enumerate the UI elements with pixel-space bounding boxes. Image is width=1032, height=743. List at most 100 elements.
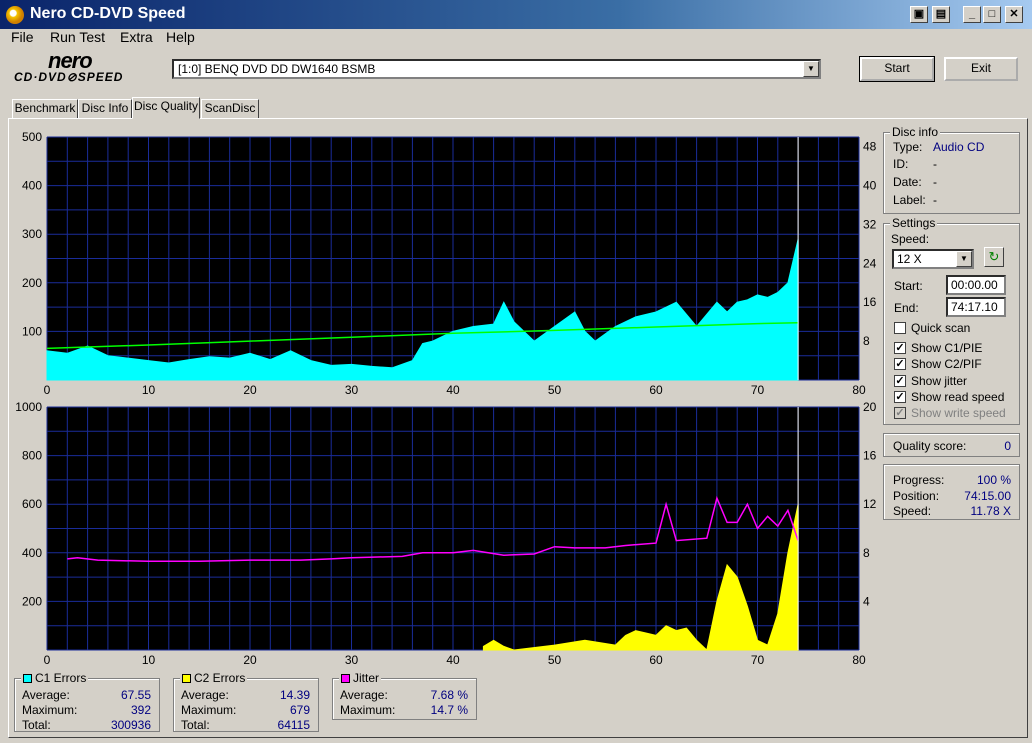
title-bar: Nero CD-DVD Speed ▣ ▤ _ □ ✕ [0,0,1032,29]
type-value: Audio CD [933,140,985,154]
show-write-speed-checkbox: ✓ [894,407,906,419]
show-c2-checkbox[interactable]: ✓ [894,358,906,370]
y-left-tick-label: 400 [22,179,42,193]
y-right-tick-label: 8 [863,334,870,348]
close-button[interactable]: ✕ [1005,6,1023,23]
speed-label: Speed: [891,232,930,246]
show-c1-checkbox[interactable]: ✓ [894,342,906,354]
menu-run-test[interactable]: Run Test [50,29,105,45]
jitter-average-value: 7.68 % [430,688,468,702]
tab-disc-quality[interactable]: Disc Quality [132,97,200,119]
y-right-tick-label: 8 [863,546,870,560]
settings-title: Settings [890,216,938,230]
id-value: - [933,157,937,171]
maximize-button[interactable]: □ [983,6,1001,23]
progress-value: 100 % [976,473,1011,487]
c1-errors-box: C1 Errors Average: 67.55 Maximum: 392 To… [14,671,160,732]
quick-scan-checkbox[interactable] [894,322,906,334]
date-label: Date: [893,175,922,189]
quality-score-label: Quality score: [893,439,967,453]
y-left-tick-label: 200 [22,276,42,290]
x-tick-label: 30 [345,653,359,665]
settings-group: Settings Speed: 12 X ▼ ↻ Start: 00:00.00… [883,216,1020,425]
menu-extra[interactable]: Extra [120,29,153,45]
x-tick-label: 80 [852,383,866,395]
drive-select[interactable]: [1:0] BENQ DVD DD DW1640 BSMB ▼ [172,59,821,79]
x-tick-label: 0 [44,383,51,395]
y-right-tick-label: 24 [863,256,877,270]
x-tick-label: 0 [44,653,51,665]
quality-score-value: 0 [1004,439,1011,453]
cd-dvd-speed-logo: CD·DVD⊘SPEED [14,70,124,84]
menu-file[interactable]: File [11,29,34,45]
show-c2-label: Show C2/PIF [911,357,982,371]
show-read-speed-checkbox[interactable]: ✓ [894,391,906,403]
menu-help[interactable]: Help [166,29,195,45]
c2-average-value: 14.39 [279,688,310,702]
x-tick-label: 10 [142,653,156,665]
jitter-box: Jitter Average: 7.68 % Maximum: 14.7 % [332,671,477,720]
app-disc-icon [6,6,24,24]
jitter-color-swatch [341,674,350,684]
c2-average-label: Average: [181,688,229,702]
show-jitter-checkbox[interactable]: ✓ [894,375,906,387]
y-left-tick-label: 100 [22,324,42,338]
y-right-tick-label: 48 [863,140,877,154]
current-speed-value: 11.78 X [970,504,1011,518]
c1-errors-title: C1 Errors [21,671,89,685]
tab-benchmark[interactable]: Benchmark [12,99,78,119]
exit-button[interactable]: Exit [944,57,1018,81]
show-write-speed-label: Show write speed [911,406,1006,420]
y-left-tick-label: 600 [22,497,42,511]
speed-select[interactable]: 12 X ▼ [892,249,974,269]
x-tick-label: 60 [649,653,663,665]
progress-label: Progress: [893,473,945,487]
x-tick-label: 70 [751,653,765,665]
show-c1-label: Show C1/PIE [911,341,983,355]
x-tick-label: 10 [142,383,156,395]
position-value: 74:15.00 [964,489,1011,503]
c2-errors-box: C2 Errors Average: 14.39 Maximum: 679 To… [173,671,319,732]
chevron-down-icon[interactable]: ▼ [803,61,819,77]
start-button[interactable]: Start [859,56,935,82]
y-right-tick-label: 16 [863,295,877,309]
chevron-down-icon[interactable]: ▼ [956,251,972,267]
x-tick-label: 40 [446,383,460,395]
y-right-tick-label: 4 [863,594,870,608]
c1-total-value: 300936 [110,718,151,732]
jitter-average-label: Average: [340,688,388,702]
tab-scandisc[interactable]: ScanDisc [201,99,259,119]
c1-average-value: 67.55 [120,688,151,702]
copy-icon[interactable]: ▣ [910,6,928,23]
current-speed-label: Speed: [893,504,932,518]
c2-maximum-label: Maximum: [181,703,237,717]
speed-select-value: 12 X [897,252,922,266]
y-left-tick-label: 300 [22,227,42,241]
x-tick-label: 50 [548,653,562,665]
y-right-tick-label: 12 [863,497,877,511]
id-label: ID: [893,157,909,171]
label-value: - [933,193,937,207]
minimize-button[interactable]: _ [963,6,981,23]
quality-score-box: Quality score: 0 [883,433,1020,457]
show-jitter-label: Show jitter [911,374,968,388]
y-left-tick-label: 400 [22,546,42,560]
y-right-tick-label: 16 [863,449,877,463]
label-label: Label: [893,193,926,207]
end-label: End: [894,301,919,315]
x-tick-label: 20 [243,653,257,665]
end-input[interactable]: 74:17.10 [946,297,1006,317]
start-label: Start: [894,279,923,293]
c2-errors-title: C2 Errors [180,671,248,685]
x-tick-label: 60 [649,383,663,395]
c1-average-label: Average: [22,688,70,702]
type-label: Type: [893,140,923,154]
y-left-tick-label: 800 [22,449,42,463]
refresh-icon[interactable]: ↻ [984,247,1004,267]
start-input[interactable]: 00:00.00 [946,275,1006,295]
save-icon[interactable]: ▤ [932,6,950,23]
y-left-tick-label: 500 [22,130,42,144]
tab-disc-info[interactable]: Disc Info [78,99,132,119]
x-tick-label: 70 [751,383,765,395]
x-tick-label: 40 [446,653,460,665]
